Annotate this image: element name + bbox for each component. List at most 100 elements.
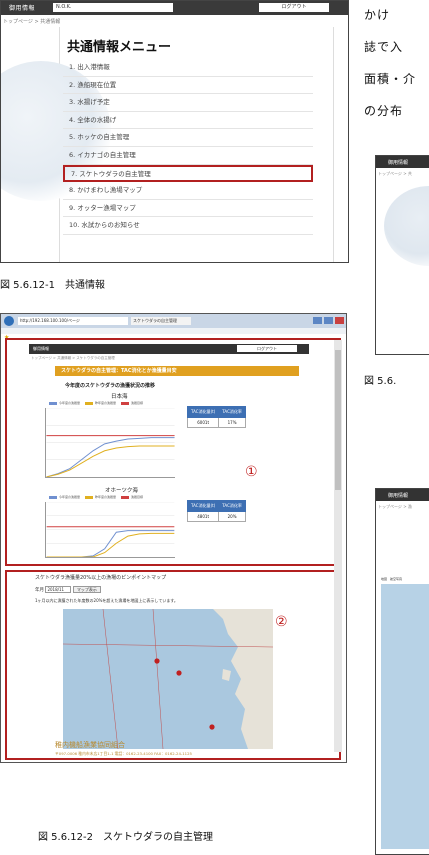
zone-line-1 xyxy=(102,609,119,749)
browser-menubar xyxy=(1,328,346,334)
site-brand: 御用情報 xyxy=(33,346,49,351)
show-map-button[interactable]: マップ表示 xyxy=(72,586,101,593)
body-text-line-1: かけ xyxy=(364,8,391,22)
map-pin-3[interactable] xyxy=(209,724,215,730)
shot3-breadcrumb: トップページ > 共 xyxy=(378,171,412,176)
legend-this-year: 今年度の漁獲量 xyxy=(59,401,81,405)
menu-item-otter-map[interactable]: 9. オッター漁場マップ xyxy=(63,200,313,218)
top-bar: 御用情報 N.O.K. ログアウト xyxy=(1,1,348,15)
scrollbar[interactable] xyxy=(334,340,342,752)
series-last-year-line xyxy=(46,532,175,557)
page-title: 共通情報メニュー xyxy=(67,40,172,55)
stat-table-1: TAC消化量(t) TAC消化率 6001t 17% xyxy=(186,406,246,428)
annotation-marker-1: ① xyxy=(245,464,258,480)
common-info-screenshot: 御用情報 N.O.K. ログアウト トップページ > 共通情報 共通情報メニュー… xyxy=(0,0,349,263)
user-box: N.O.K. xyxy=(53,3,173,12)
annotation-marker-2: ② xyxy=(275,614,288,630)
legend-swatch-last-year xyxy=(84,401,93,405)
sketodara-screenshot: http://192.168.100.100/ページ スケトウダラの自主管理 ★… xyxy=(0,313,347,763)
figure-caption-1: 図 5.6.12-1 共通情報 xyxy=(0,280,105,291)
chart2-title: オホーツク海 xyxy=(105,488,138,494)
island-shape xyxy=(222,669,231,681)
section-title: 今年度のスケトウダラの漁獲状況の推移 xyxy=(65,383,156,389)
chart1-legend: 今年度の漁獲量 昨年度の漁獲量 漁獲目標 xyxy=(45,401,143,405)
table1-value-amount: 6001t xyxy=(186,417,220,428)
scroll-thumb[interactable] xyxy=(335,350,341,490)
menu-item-hokke[interactable]: 5. ホッケの自主管理 xyxy=(63,129,313,147)
menu-item-sketodara[interactable]: 7. スケトウダラの自主管理 xyxy=(63,164,313,183)
body-text-line-2: 誌で入 xyxy=(364,40,404,54)
table2-value-rate: 20% xyxy=(218,511,246,522)
shot4-topbar: 御用情報 xyxy=(376,489,429,501)
breadcrumb: トップページ > 共通情報 xyxy=(3,19,61,25)
back-icon[interactable] xyxy=(4,316,14,326)
date-label: 年月 xyxy=(35,588,44,593)
shot3-topbar: 御用情報 xyxy=(376,156,429,168)
series-this-year-line xyxy=(46,530,175,557)
table2-header-tac-amount: TAC消化量(t) xyxy=(186,500,220,512)
table1-value-rate: 17% xyxy=(218,417,246,428)
map-pin-2[interactable] xyxy=(176,670,182,676)
fishing-ground-map[interactable] xyxy=(63,609,273,749)
map-pin-1[interactable] xyxy=(154,658,160,664)
menu-item-notices[interactable]: 10. 水試からのお知らせ xyxy=(63,217,313,235)
legend-swatch-target xyxy=(120,401,129,405)
footer-address: 〒097-0006 稚内市末広1丁目1-1 電話：0162-23-4100 FA… xyxy=(55,751,192,756)
menu-item-kakemawashi-map[interactable]: 8. かけまわし漁場マップ xyxy=(63,182,313,200)
legend2-last-year: 昨年度の漁獲量 xyxy=(94,495,116,499)
body-text-line-3: 面積・介 xyxy=(364,72,417,86)
zone-line-2 xyxy=(152,609,164,749)
table1-header-tac-amount: TAC消化量(t) xyxy=(186,406,220,418)
legend2-swatch-last-year xyxy=(84,495,93,499)
figure-caption-3: 図 5.6. xyxy=(364,376,397,387)
menu-item-landing-plan[interactable]: 3. 水揚げ予定 xyxy=(63,94,313,112)
chart2-legend: 今年度の漁獲量 昨年度の漁獲量 漁獲目標 xyxy=(45,495,143,499)
cropped-screenshot-3: 御用情報 トップページ > 共 xyxy=(375,155,429,355)
table2-value-amount: 4801t xyxy=(186,511,220,522)
maximize-icon[interactable] xyxy=(324,317,333,324)
browser-titlebar: http://192.168.100.100/ページ スケトウダラの自主管理 xyxy=(1,314,346,328)
footer-organization: 稚内機船漁業協同組合 xyxy=(55,741,125,749)
shot4-map-tabs[interactable]: 地図 航空写真 xyxy=(381,577,402,581)
chart1-title: 日本海 xyxy=(111,394,128,400)
menu-item-ikanago[interactable]: 6. イカナゴの自主管理 xyxy=(63,147,313,165)
series-last-year-line xyxy=(46,445,175,477)
legend2-this-year: 今年度の漁獲量 xyxy=(59,495,81,499)
date-selector: 年月 2018/11 マップ表示 xyxy=(35,586,101,593)
minimize-icon[interactable] xyxy=(313,317,322,324)
legend2-swatch-target xyxy=(120,495,129,499)
body-text-line-4: の分布 xyxy=(364,104,404,118)
brand-label: 御用情報 xyxy=(9,5,36,12)
stat-table-2: TAC消化量(t) TAC消化率 4801t 20% xyxy=(186,500,246,522)
legend2-swatch-this-year xyxy=(49,495,57,499)
map-note: 1ヶ月以内に漁獲された年度数の20%を超えた漁場を地図上に表示しています。 xyxy=(35,598,178,603)
cropped-screenshot-4: 御用情報 トップページ > 漁 地図 航空写真 xyxy=(375,488,429,855)
logout-button[interactable]: ログアウト xyxy=(259,3,329,12)
site-logout-button[interactable]: ログアウト xyxy=(237,345,297,352)
section-banner: スケトウダラの自主管理：TAC消化とか漁獲量目安 xyxy=(55,366,299,376)
browser-tab[interactable]: スケトウダラの自主管理 xyxy=(131,317,191,325)
table1-header-tac-rate: TAC消化率 xyxy=(218,406,246,418)
menu-item-port-info[interactable]: 1. 出入港情報 xyxy=(63,59,313,77)
date-input[interactable]: 2018/11 xyxy=(45,586,72,593)
legend-swatch-this-year xyxy=(49,401,57,405)
common-info-menu: 1. 出入港情報 2. 漁船現在位置 3. 水揚げ予定 4. 全体の水揚げ 5.… xyxy=(63,59,313,235)
shot4-breadcrumb: トップページ > 漁 xyxy=(378,504,412,509)
legend-target: 漁獲目標 xyxy=(130,401,143,405)
legend-last-year: 昨年度の漁獲量 xyxy=(94,401,116,405)
table2-header-tac-rate: TAC消化率 xyxy=(218,500,246,512)
shot4-map[interactable] xyxy=(381,584,429,849)
shot4-brand: 御用情報 xyxy=(388,493,409,499)
shot3-background-logo xyxy=(384,186,429,266)
figure-caption-2: 図 5.6.12-2 スケトウダラの自主管理 xyxy=(38,832,213,843)
legend2-target: 漁獲目標 xyxy=(130,495,143,499)
close-icon[interactable] xyxy=(335,317,344,324)
chart1-plot xyxy=(45,408,175,478)
address-bar[interactable]: http://192.168.100.100/ページ xyxy=(18,317,128,325)
map-graphic xyxy=(63,609,273,749)
menu-item-vessel-position[interactable]: 2. 漁船現在位置 xyxy=(63,77,313,95)
menu-item-total-landing[interactable]: 4. 全体の水揚げ xyxy=(63,112,313,130)
map-section-title: スケトウダラ漁獲量20%以上の漁場のピンポイントマップ xyxy=(35,575,167,581)
site-breadcrumb: トップページ > 共通情報 > スケトウダラの自主管理 xyxy=(31,356,115,360)
chart2-plot xyxy=(45,502,175,558)
